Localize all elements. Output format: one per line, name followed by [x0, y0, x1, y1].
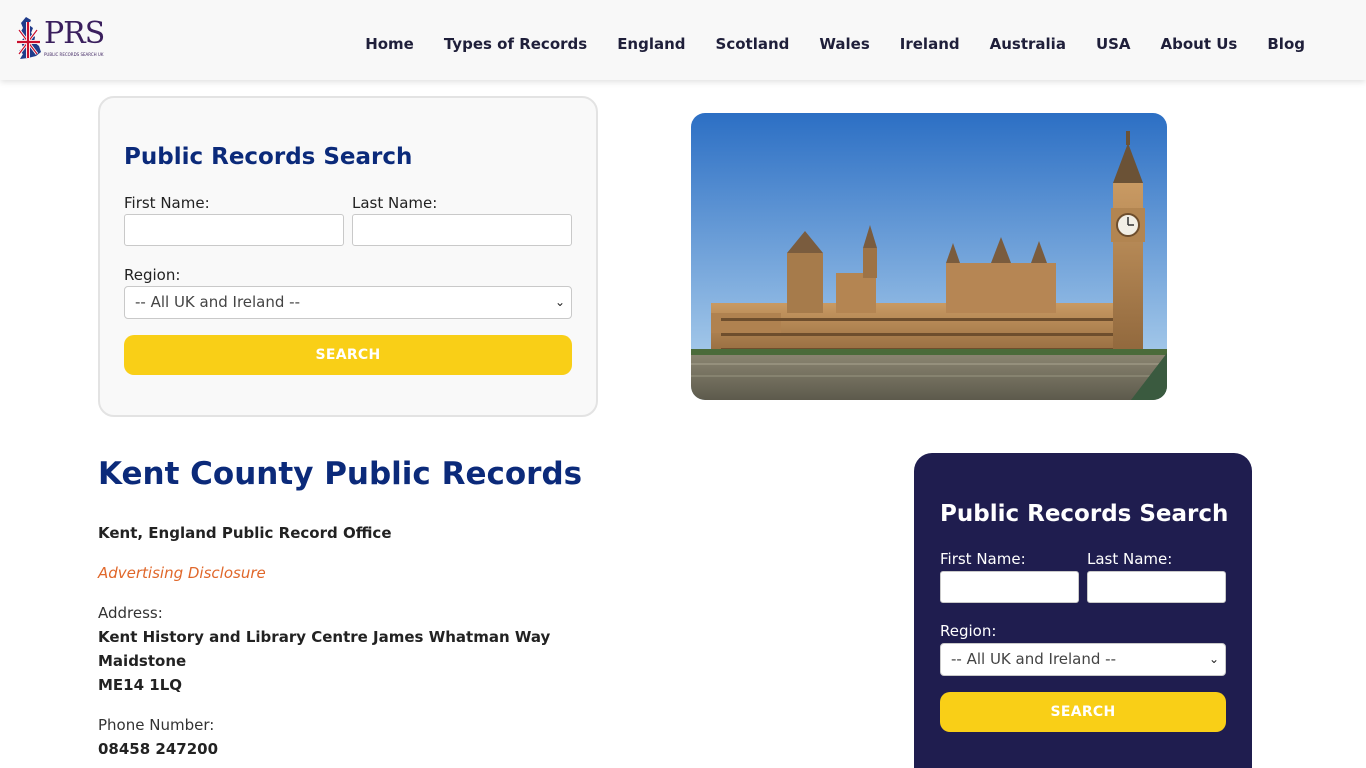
- nav-blog[interactable]: Blog: [1252, 34, 1320, 54]
- houses-of-parliament-icon: [691, 113, 1167, 400]
- sidebar-first-name-label: First Name:: [940, 550, 1026, 568]
- nav-england[interactable]: England: [602, 34, 700, 54]
- nav-ireland[interactable]: Ireland: [885, 34, 975, 54]
- region-label: Region:: [124, 266, 181, 284]
- nav-about-us[interactable]: About Us: [1146, 34, 1253, 54]
- page-title: Kent County Public Records: [98, 456, 583, 492]
- nav-types-of-records[interactable]: Types of Records: [429, 34, 602, 54]
- last-name-label: Last Name:: [352, 194, 438, 212]
- uk-map-flag-icon: [17, 17, 41, 59]
- address-label: Address:: [98, 604, 163, 622]
- first-name-label: First Name:: [124, 194, 210, 212]
- search-card-title: Public Records Search: [124, 144, 413, 170]
- region-selected-value: -- All UK and Ireland --: [135, 293, 300, 311]
- sidebar-search-button[interactable]: SEARCH: [940, 692, 1226, 732]
- nav-usa[interactable]: USA: [1081, 34, 1146, 54]
- sidebar-last-name-input[interactable]: [1087, 571, 1226, 603]
- sidebar-region-select[interactable]: -- All UK and Ireland -- ⌄: [940, 643, 1226, 676]
- logo-text: PRS: [44, 16, 105, 51]
- sidebar-region-selected-value: -- All UK and Ireland --: [951, 650, 1116, 668]
- address-line-2: Maidstone: [98, 652, 187, 670]
- main-nav: Home Types of Records England Scotland W…: [350, 34, 1320, 54]
- address-line-1: Kent History and Library Centre James Wh…: [98, 628, 551, 646]
- first-name-input[interactable]: [124, 214, 344, 246]
- phone-label: Phone Number:: [98, 716, 215, 734]
- nav-wales[interactable]: Wales: [804, 34, 884, 54]
- site-logo[interactable]: PRS PUBLIC RECORDS SEARCH UK: [14, 14, 106, 62]
- nav-home[interactable]: Home: [350, 34, 429, 54]
- region-select[interactable]: -- All UK and Ireland -- ⌄: [124, 286, 572, 319]
- office-name: Kent, England Public Record Office: [98, 524, 392, 542]
- search-card-top: Public Records Search First Name: Last N…: [98, 96, 598, 417]
- chevron-down-icon: ⌄: [554, 295, 565, 309]
- advertising-disclosure-link[interactable]: Advertising Disclosure: [98, 564, 266, 582]
- sidebar-first-name-input[interactable]: [940, 571, 1079, 603]
- search-button[interactable]: SEARCH: [124, 335, 572, 375]
- logo-subtext: PUBLIC RECORDS SEARCH UK: [44, 52, 104, 57]
- search-card-sidebar: Public Records Search First Name: Last N…: [914, 453, 1252, 768]
- nav-australia[interactable]: Australia: [975, 34, 1081, 54]
- sidebar-search-title: Public Records Search: [940, 501, 1229, 527]
- sidebar-last-name-label: Last Name:: [1087, 550, 1173, 568]
- phone-number: 08458 247200: [98, 740, 219, 758]
- parliament-hero-image: [691, 113, 1167, 400]
- chevron-down-icon: ⌄: [1208, 652, 1219, 666]
- site-header: PRS PUBLIC RECORDS SEARCH UK Home Types …: [0, 0, 1366, 80]
- nav-scotland[interactable]: Scotland: [701, 34, 805, 54]
- last-name-input[interactable]: [352, 214, 572, 246]
- sidebar-region-label: Region:: [940, 622, 997, 640]
- address-line-3: ME14 1LQ: [98, 676, 183, 694]
